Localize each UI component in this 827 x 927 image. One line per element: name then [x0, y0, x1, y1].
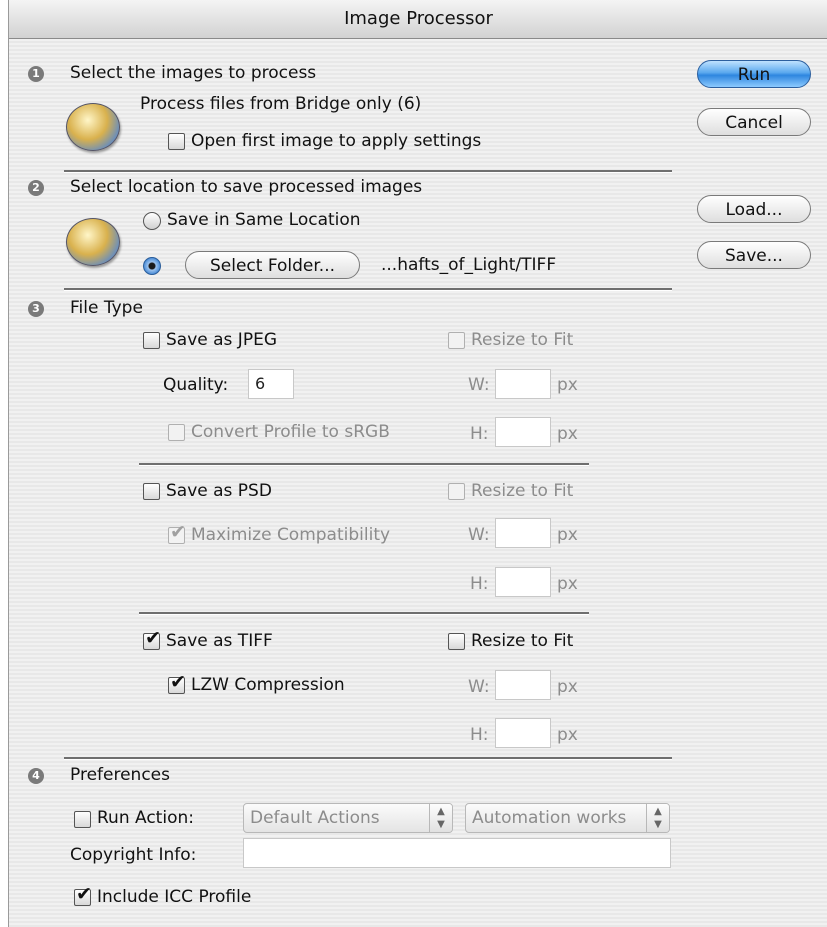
jpeg-resize-to-fit-checkbox[interactable]	[448, 332, 465, 349]
save-as-psd-label: Save as PSD	[166, 481, 272, 501]
step-3-badge: 3	[28, 301, 44, 317]
jpeg-width-label: W:	[468, 375, 490, 395]
psd-width-label: W:	[468, 525, 490, 545]
checkmark-icon: ✔	[76, 883, 92, 905]
tiff-width-input[interactable]	[495, 670, 551, 700]
step-3-heading: File Type	[70, 298, 143, 318]
run-button[interactable]: Run	[697, 60, 811, 88]
step-1-heading: Select the images to process	[70, 63, 317, 83]
window-title: Image Processor	[9, 0, 827, 39]
quality-input[interactable]: 6	[248, 369, 294, 399]
step-2-heading: Select location to save processed images	[70, 177, 423, 197]
psd-height-label: H:	[470, 574, 489, 594]
load-button[interactable]: Load...	[697, 195, 811, 223]
lzw-compression-checkbox[interactable]: ✔	[168, 672, 186, 694]
save-button[interactable]: Save...	[697, 241, 811, 269]
psd-height-unit: px	[557, 574, 578, 594]
checkmark-icon: ✔	[170, 671, 186, 693]
save-as-tiff-checkbox[interactable]: ✔	[143, 628, 161, 650]
jpeg-height-input[interactable]	[495, 417, 551, 447]
source-text: Process files from Bridge only (6)	[140, 94, 422, 114]
select-folder-button[interactable]: Select Folder...	[185, 251, 360, 279]
tiff-height-unit: px	[557, 725, 578, 745]
run-action-checkbox[interactable]	[74, 811, 91, 828]
copyright-input[interactable]	[243, 838, 671, 868]
action-set-select[interactable]: Default Actions ▲ ▼	[243, 803, 453, 833]
checkmark-icon: ✔	[170, 521, 186, 543]
convert-srgb-label: Convert Profile to sRGB	[191, 422, 390, 442]
include-icc-profile-checkbox[interactable]: ✔	[74, 884, 92, 906]
lzw-compression-label: LZW Compression	[191, 675, 345, 695]
include-icc-profile-label: Include ICC Profile	[97, 887, 252, 907]
psd-width-unit: px	[557, 525, 578, 545]
convert-srgb-checkbox[interactable]	[168, 424, 185, 441]
step-4-badge: 4	[28, 768, 44, 784]
save-same-location-label: Save in Same Location	[167, 210, 361, 230]
image-processor-dialog: Image Processor 1 Select the images to p…	[8, 0, 827, 927]
maximize-compatibility-checkbox[interactable]: ✔	[168, 522, 186, 544]
save-as-jpeg-label: Save as JPEG	[166, 330, 277, 350]
run-action-label: Run Action:	[97, 808, 194, 828]
checkmark-icon: ✔	[145, 627, 161, 649]
psd-width-input[interactable]	[495, 518, 551, 548]
subsection-divider	[139, 612, 589, 615]
copyright-label: Copyright Info:	[70, 845, 197, 865]
save-as-jpeg-checkbox[interactable]	[143, 332, 160, 349]
action-select[interactable]: Automation works ▲ ▼	[465, 803, 670, 833]
tiff-resize-to-fit-label: Resize to Fit	[471, 631, 574, 651]
up-down-arrows-icon: ▲ ▼	[646, 804, 669, 832]
action-value: Automation works	[472, 808, 627, 828]
tiff-resize-to-fit-checkbox[interactable]	[448, 633, 465, 650]
tiff-width-unit: px	[557, 677, 578, 697]
folder-icon	[66, 218, 120, 266]
select-folder-radio[interactable]	[143, 257, 161, 275]
section-divider	[64, 288, 672, 291]
section-divider	[64, 170, 672, 173]
up-down-arrows-icon: ▲ ▼	[429, 804, 452, 832]
jpeg-width-input[interactable]	[495, 369, 551, 399]
open-first-image-checkbox[interactable]	[168, 133, 185, 150]
psd-resize-to-fit-label: Resize to Fit	[471, 481, 574, 501]
bridge-icon	[66, 103, 120, 151]
step-1-badge: 1	[28, 66, 44, 82]
tiff-width-label: W:	[468, 677, 490, 697]
step-2-badge: 2	[28, 180, 44, 196]
cancel-button[interactable]: Cancel	[697, 108, 811, 136]
jpeg-height-unit: px	[557, 424, 578, 444]
open-first-image-label: Open first image to apply settings	[191, 131, 482, 151]
tiff-height-input[interactable]	[495, 718, 551, 748]
psd-height-input[interactable]	[495, 567, 551, 597]
maximize-compatibility-label: Maximize Compatibility	[191, 525, 391, 545]
psd-resize-to-fit-checkbox[interactable]	[448, 483, 465, 500]
step-4-heading: Preferences	[70, 765, 170, 785]
jpeg-resize-to-fit-label: Resize to Fit	[471, 330, 574, 350]
folder-path: ...hafts_of_Light/TIFF	[381, 255, 557, 275]
save-same-location-radio[interactable]	[143, 212, 161, 230]
tiff-height-label: H:	[470, 725, 489, 745]
jpeg-height-label: H:	[470, 424, 489, 444]
quality-label: Quality:	[163, 375, 229, 395]
subsection-divider	[139, 463, 589, 466]
section-divider	[64, 757, 672, 760]
save-as-psd-checkbox[interactable]	[143, 483, 160, 500]
action-set-value: Default Actions	[250, 808, 380, 828]
save-as-tiff-label: Save as TIFF	[166, 631, 273, 651]
jpeg-width-unit: px	[557, 375, 578, 395]
